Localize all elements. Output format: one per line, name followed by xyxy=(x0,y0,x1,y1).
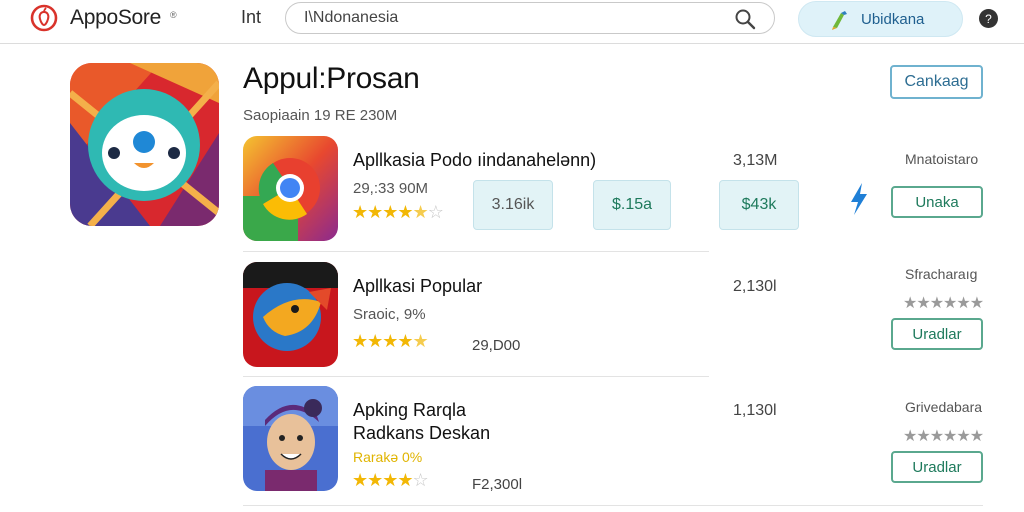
update-icon xyxy=(832,11,847,30)
rating-stars: ★★★★★ xyxy=(352,331,429,351)
featured-app-icon[interactable] xyxy=(70,63,219,226)
app-name-line2: Radkans Deskan xyxy=(353,423,491,443)
rating-stars: ★★★★★☆ xyxy=(352,202,444,222)
app-icon-chrome[interactable] xyxy=(243,136,338,241)
price-chip[interactable]: $43k xyxy=(719,180,799,230)
search-icon[interactable] xyxy=(734,8,756,30)
price-chip[interactable]: $.15a xyxy=(593,180,671,230)
featured-app-subtitle: Saopiaain 19 RE 230M xyxy=(243,107,398,124)
seller-name: Sfracharaıg xyxy=(905,266,978,282)
rating-stars: ★★★★☆ xyxy=(352,470,429,490)
app-icon-character[interactable] xyxy=(243,386,338,491)
seller-name: Mnatoistaro xyxy=(905,151,979,167)
nav-int-link[interactable]: Int xyxy=(241,7,261,28)
app-name[interactable]: Apllkasi Popular xyxy=(353,276,482,297)
help-icon[interactable]: ? xyxy=(978,8,999,29)
store-title[interactable]: AppoSore xyxy=(70,6,161,30)
registered-mark: ® xyxy=(170,10,177,20)
apple-logo-icon[interactable] xyxy=(30,4,58,32)
top-bar: AppoSore ® Int Ubidkana ? xyxy=(0,0,1024,44)
search-bar[interactable] xyxy=(285,2,775,34)
download-button[interactable]: Uradlar xyxy=(891,451,983,483)
install-button[interactable]: Unaka xyxy=(891,186,983,218)
app-meta: Sraoic, 9% xyxy=(353,306,426,323)
featured-app-title[interactable]: Appul:Prosan xyxy=(243,62,420,96)
app-icon-bird[interactable] xyxy=(243,262,338,367)
svg-text:?: ? xyxy=(985,12,992,26)
divider xyxy=(243,505,983,506)
seller-name: Grivedabara xyxy=(905,399,983,415)
seller-rating-stars: ★★★★★★ xyxy=(903,295,984,312)
app-meta: 29,:33 90M xyxy=(353,180,429,197)
download-count: 3,13M xyxy=(733,152,778,169)
lightning-icon xyxy=(851,183,867,215)
app-name[interactable]: Apking Rarqla xyxy=(353,400,466,421)
download-button[interactable]: Uradlar xyxy=(891,318,983,350)
app-name[interactable]: Apllkasia Podo ıindanahelənn) xyxy=(353,150,596,171)
inline-value: F2,300l xyxy=(472,476,523,493)
divider xyxy=(243,251,709,252)
update-button[interactable]: Ubidkana xyxy=(798,1,963,37)
search-input[interactable] xyxy=(304,9,724,27)
seller-rating-stars: ★★★★★★ xyxy=(903,428,984,445)
download-count: 1,130l xyxy=(733,402,777,419)
price-chip[interactable]: 3.16ik xyxy=(473,180,553,230)
cancel-button[interactable]: Cankaag xyxy=(890,65,983,99)
update-label: Ubidkana xyxy=(861,11,925,28)
download-count: 2,130l xyxy=(733,278,777,295)
promo-text: Rarakə 0% xyxy=(353,449,423,465)
divider xyxy=(243,376,709,377)
inline-value: 29,D00 xyxy=(472,337,521,354)
